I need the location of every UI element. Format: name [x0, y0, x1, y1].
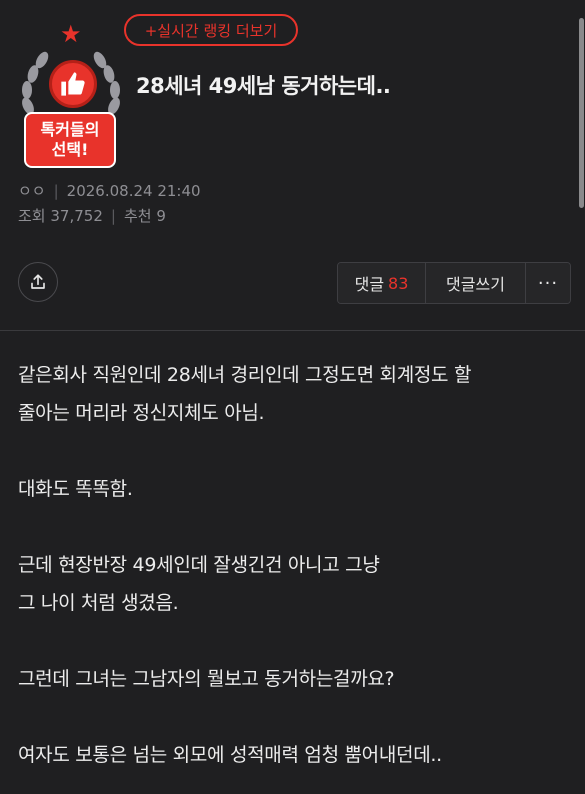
separator: |	[53, 181, 59, 200]
post-meta-author-date: ㅇㅇ | 2026.08.24 21:40	[18, 180, 201, 201]
post-title: 28세녀 49세남 동거하는데..	[136, 74, 391, 98]
views-stat: 조회 37,752	[18, 205, 103, 226]
body-paragraph: 여자도 보통은 넘는 외모에 성적매력 엄청 뿜어내던데..	[18, 736, 570, 774]
body-paragraph: 근데 현장반장 49세인데 잘생긴건 아니고 그냥 그 나이 처럼 생겼음.	[18, 546, 570, 622]
views-label: 조회	[18, 207, 46, 225]
scrollbar[interactable]	[579, 18, 584, 208]
star-icon: ★	[60, 20, 82, 48]
action-button-group: 댓글 83 댓글쓰기 ···	[337, 262, 571, 304]
post-meta-stats: 조회 37,752 | 추천 9	[18, 205, 166, 226]
thumbs-up-icon	[49, 60, 97, 108]
badge-line2: 선택!	[51, 140, 89, 159]
comments-label: 댓글	[354, 275, 385, 294]
divider	[0, 330, 585, 331]
body-paragraph: 대화도 똑똑함.	[18, 470, 570, 508]
likes-label: 추천	[123, 207, 152, 225]
share-button[interactable]	[18, 262, 58, 302]
body-line: 여자도 보통은 넘는 외모에 성적매력 엄청 뿜어내던데..	[18, 744, 442, 766]
realtime-ranking-link[interactable]: +실시간 랭킹 더보기	[124, 14, 298, 46]
more-options-button[interactable]: ···	[526, 263, 570, 303]
share-icon	[31, 274, 45, 289]
body-line: 대화도 똑똑함.	[18, 478, 133, 500]
likes-count: 9	[156, 207, 166, 225]
post-body: 같은회사 직원인데 28세녀 경리인데 그정도면 회계정도 할 줄아는 머리라 …	[18, 356, 570, 794]
comments-count: 83	[388, 273, 409, 293]
talkers-choice-badge: ★ 톡커들의 선택!	[16, 20, 126, 170]
badge-label: 톡커들의 선택!	[24, 112, 116, 168]
body-paragraph: 그런데 그녀는 그남자의 뭘보고 동거하는걸까요?	[18, 660, 570, 698]
badge-line1: 톡커들의	[40, 120, 100, 139]
author-name[interactable]: ㅇㅇ	[18, 180, 46, 201]
body-paragraph: 같은회사 직원인데 28세녀 경리인데 그정도면 회계정도 할 줄아는 머리라 …	[18, 356, 570, 432]
body-line: 그런데 그녀는 그남자의 뭘보고 동거하는걸까요?	[18, 668, 395, 690]
likes-stat: 추천 9	[124, 205, 166, 226]
body-line: 그 나이 처럼 생겼음.	[18, 592, 179, 614]
post-datetime: 2026.08.24 21:40	[66, 181, 201, 200]
comments-button[interactable]: 댓글 83	[338, 263, 426, 303]
body-line: 같은회사 직원인데 28세녀 경리인데 그정도면 회계정도 할	[18, 364, 472, 386]
post-page: ★ 톡커들의 선택! +실시간 랭킹 더보기 28세녀 49세남 동거하는데..…	[0, 0, 585, 794]
separator: |	[110, 206, 116, 225]
body-line: 줄아는 머리라 정신지체도 아님.	[18, 402, 265, 424]
body-line: 근데 현장반장 49세인데 잘생긴건 아니고 그냥	[18, 554, 380, 576]
views-count: 37,752	[50, 207, 103, 225]
write-comment-button[interactable]: 댓글쓰기	[426, 263, 526, 303]
